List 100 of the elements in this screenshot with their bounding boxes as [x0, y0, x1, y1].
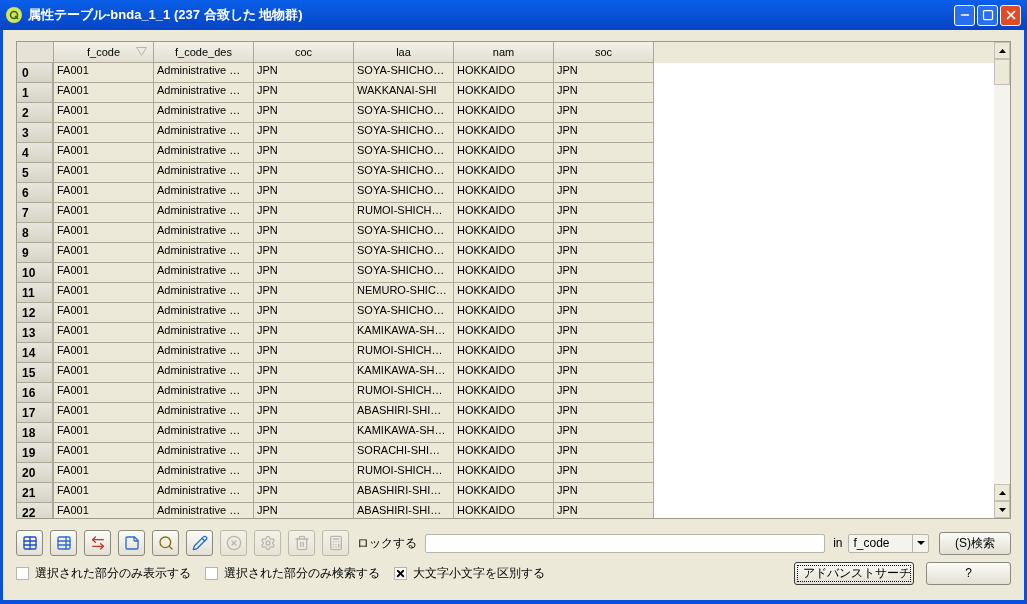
row-header[interactable]: 9	[17, 243, 54, 263]
table-cell: Administrative …	[154, 483, 254, 503]
table-cell: Administrative …	[154, 83, 254, 103]
column-header[interactable]: nam	[454, 42, 554, 63]
checkbox[interactable]	[205, 566, 218, 580]
table-cell: Administrative …	[154, 103, 254, 123]
dialog-button[interactable]: アドバンストサーチ	[794, 561, 914, 585]
table-cell: JPN	[254, 143, 354, 163]
app-logo-icon	[6, 7, 22, 23]
table-cell: WAKKANAI-SHI	[354, 83, 454, 103]
scroll-thumb[interactable]	[994, 59, 1010, 85]
row-header[interactable]: 20	[17, 463, 54, 483]
maximize-button[interactable]	[977, 4, 998, 26]
row-header[interactable]: 7	[17, 203, 54, 223]
table-cell: SOYA-SHICHO…	[354, 263, 454, 283]
table-cell: JPN	[554, 383, 654, 403]
table-cell: JPN	[554, 183, 654, 203]
table-cell: Administrative …	[154, 343, 254, 363]
table-cell: JPN	[554, 203, 654, 223]
row-header[interactable]: 19	[17, 443, 54, 463]
table-cell: JPN	[254, 243, 354, 263]
minimize-button[interactable]	[954, 4, 975, 26]
row-header[interactable]: 10	[17, 263, 54, 283]
pencil-icon	[191, 535, 208, 551]
column-header[interactable]: f_code	[54, 42, 154, 63]
table-cell: HOKKAIDO	[454, 363, 554, 383]
row-header[interactable]: 6	[17, 183, 54, 203]
row-header[interactable]: 18	[17, 423, 54, 443]
table-cell: JPN	[254, 103, 354, 123]
toolbar-button[interactable]	[16, 530, 43, 556]
search-field[interactable]	[425, 533, 826, 553]
dialog-button[interactable]: ?	[926, 561, 1011, 585]
table-cell: JPN	[554, 163, 654, 183]
table-cell: Administrative …	[154, 63, 254, 83]
table-cell: KAMIKAWA-SH…	[354, 363, 454, 383]
table-cell: JPN	[254, 343, 354, 363]
row-header[interactable]: 12	[17, 303, 54, 323]
row-header[interactable]: 5	[17, 163, 54, 183]
checkbox[interactable]	[16, 566, 29, 580]
table-cell: JPN	[554, 223, 654, 243]
table-cell: Administrative …	[154, 463, 254, 483]
row-header[interactable]: 16	[17, 383, 54, 403]
field-dropdown[interactable]: f_code	[848, 533, 930, 553]
table-cell: ABASHIRI-SHI…	[354, 483, 454, 503]
scroll-down-button[interactable]	[994, 501, 1010, 518]
table-cell: JPN	[554, 243, 654, 263]
table-cell: Administrative …	[154, 503, 254, 518]
table-cell: SOYA-SHICHO…	[354, 143, 454, 163]
vertical-scrollbar[interactable]	[994, 42, 1010, 518]
scroll-up-button[interactable]	[994, 42, 1010, 59]
column-header[interactable]: laa	[354, 42, 454, 63]
table-cell: FA001	[54, 83, 154, 103]
row-header[interactable]: 8	[17, 223, 54, 243]
toolbar-button[interactable]	[84, 530, 111, 556]
table-cell: SOYA-SHICHO…	[354, 123, 454, 143]
column-header[interactable]: f_code_des	[154, 42, 254, 63]
table-cell: HOKKAIDO	[454, 443, 554, 463]
close-button[interactable]	[1000, 4, 1021, 26]
table-cell: Administrative …	[154, 143, 254, 163]
column-header[interactable]: coc	[254, 42, 354, 63]
table-cell: RUMOI-SHICH…	[354, 383, 454, 403]
row-header[interactable]: 4	[17, 143, 54, 163]
row-header[interactable]: 14	[17, 343, 54, 363]
table-cell: Administrative …	[154, 323, 254, 343]
table-cell: RUMOI-SHICH…	[354, 463, 454, 483]
table-cell: FA001	[54, 103, 154, 123]
table-cell: FA001	[54, 423, 154, 443]
toolbar-button[interactable]	[118, 530, 145, 556]
search-button[interactable]: (S)検索	[939, 531, 1011, 555]
down-arrow-icon	[998, 507, 1006, 512]
table-cell: Administrative …	[154, 423, 254, 443]
row-header[interactable]: 0	[17, 63, 54, 83]
column-header[interactable]: soc	[554, 42, 654, 63]
row-header[interactable]: 3	[17, 123, 54, 143]
table-cell: KAMIKAWA-SH…	[354, 323, 454, 343]
calculator-icon	[327, 535, 344, 551]
table-cell: JPN	[254, 123, 354, 143]
scroll-up-button[interactable]	[994, 484, 1010, 501]
checkbox[interactable]	[394, 566, 407, 580]
row-header[interactable]: 17	[17, 403, 54, 423]
row-header[interactable]: 1	[17, 83, 54, 103]
table-cell: Administrative …	[154, 223, 254, 243]
row-header[interactable]: 2	[17, 103, 54, 123]
table-cell: HOKKAIDO	[454, 383, 554, 403]
toolbar-button[interactable]	[50, 530, 77, 556]
table-cell: JPN	[254, 363, 354, 383]
corner-cell	[17, 42, 54, 63]
table-cell: NEMURO-SHIC…	[354, 283, 454, 303]
row-header[interactable]: 11	[17, 283, 54, 303]
row-header[interactable]: 22	[17, 503, 54, 518]
row-header[interactable]: 15	[17, 363, 54, 383]
row-header[interactable]: 13	[17, 323, 54, 343]
table-cell: FA001	[54, 343, 154, 363]
toolbar-button[interactable]	[152, 530, 179, 556]
table-cell: HOKKAIDO	[454, 283, 554, 303]
table-cell: RUMOI-SHICH…	[354, 203, 454, 223]
toolbar-button[interactable]	[186, 530, 213, 556]
row-header[interactable]: 21	[17, 483, 54, 503]
table-cell: ABASHIRI-SHI…	[354, 503, 454, 518]
table-cell: FA001	[54, 403, 154, 423]
